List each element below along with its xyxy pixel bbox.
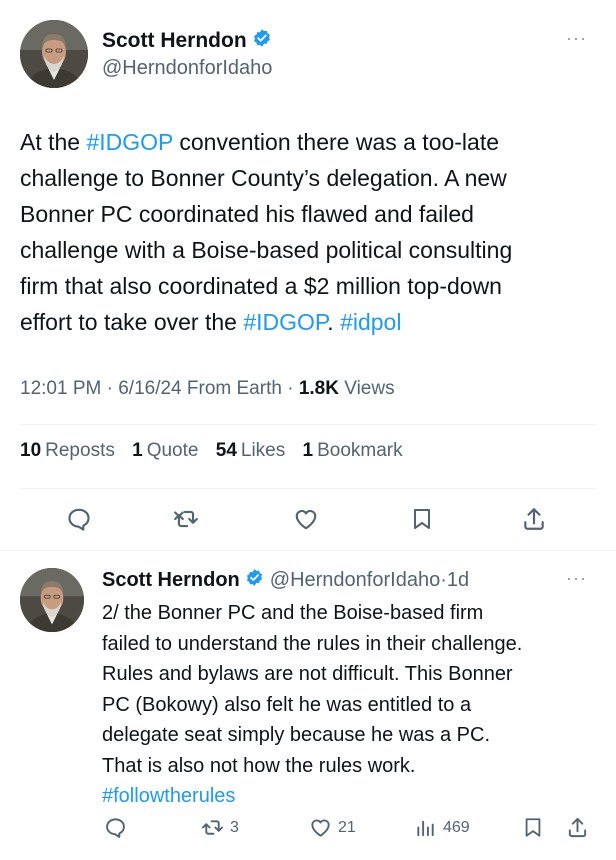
text-segment: Rules and bylaws are not difficult. This… [102,663,513,685]
more-dots-icon[interactable]: ··· [566,568,587,589]
verified-badge-icon [252,28,272,54]
author-row: Scott Herndon [102,28,272,54]
text-segment: That is also not how the rules work. [102,754,416,777]
text-segment: 2/ the Bonner PC and the Boise-based fir… [102,602,484,624]
views-count: 1.8K [298,378,339,399]
hashtag-link[interactable]: #IDGOP [243,309,327,335]
reply-icon [106,818,125,838]
bookmark-icon [414,509,430,529]
bookmark-button[interactable] [522,816,544,839]
text-segment: delegate seat simply because he was a PC… [102,724,490,746]
text-line: That is also not how the rules work. [102,751,602,782]
tweet-date[interactable]: 6/16/24 [118,378,181,399]
hashtag-link[interactable]: #IDGOP [86,129,173,155]
views-count: 469 [443,818,470,836]
text-line: firm that also coordinated a $2 million … [20,268,600,304]
likes-stat[interactable]: 54 Likes [216,440,286,461]
repost-button[interactable] [172,506,200,532]
tweet-source: From Earth [186,378,282,399]
text-segment: . [327,309,341,335]
heart-icon [295,509,317,530]
reply-author-name[interactable]: Scott Herndon [102,569,240,592]
text-segment: Bonner PC coordinated his flawed and fai… [20,201,474,227]
text-line: #followtherules [102,781,602,812]
reply-text: 2/ the Bonner PC and the Boise-based fir… [102,598,602,812]
share-icon [524,508,544,530]
avatar[interactable] [20,20,88,88]
reply-button[interactable] [66,506,92,532]
quotes-stat[interactable]: 1 Quote [132,440,198,461]
share-icon [568,817,587,838]
text-segment: PC (Bokowy) also felt he was entitled to… [102,693,472,716]
tweet-time[interactable]: 12:01 PM [20,378,101,399]
hashtag-link[interactable]: #followtherules [102,785,235,807]
text-line: Rules and bylaws are not difficult. This… [102,659,602,690]
like-button[interactable]: 21 [308,816,356,839]
reposts-stat[interactable]: 10 Reposts [20,440,115,461]
divider [0,550,616,551]
text-segment: effort to take over the [20,309,244,335]
text-segment: failed to understand the rules in their … [102,632,523,655]
share-button[interactable] [566,816,589,839]
text-line: challenge with a Boise-based political c… [20,232,600,268]
like-button[interactable] [292,506,320,532]
author-name[interactable]: Scott Herndon [102,29,247,53]
text-line: Bonner PC coordinated his flawed and fai… [20,196,600,232]
text-line: failed to understand the rules in their … [102,629,602,660]
repost-icon [201,820,224,835]
text-line: PC (Bokowy) also felt he was entitled to… [102,690,602,721]
text-segment: At the [20,129,87,155]
tweet-meta: 12:01 PM · 6/16/24 From Earth · 1.8K Vie… [20,378,395,399]
like-count: 21 [338,818,356,836]
reply-time-ago[interactable]: 1d [447,569,469,592]
engagement-stats: 10 Reposts 1 Quote 54 Likes 1 Bookmark [20,440,415,462]
bookmark-button[interactable] [410,506,434,532]
text-line: delegate seat simply because he was a PC… [102,720,602,751]
more-dots-icon[interactable]: ··· [566,28,587,49]
share-button[interactable] [521,506,547,532]
hashtag-link[interactable]: #idpol [340,309,401,335]
divider [20,424,596,425]
reply-author-handle[interactable]: @HerndonforIdaho [270,569,440,592]
text-segment: firm that also coordinated a $2 million … [20,273,502,299]
repost-icon [174,510,198,528]
analytics-icon [417,820,434,837]
text-segment: convention there was a too-late [172,129,500,155]
verified-badge-icon [245,568,264,593]
reply-button[interactable] [104,816,127,839]
repost-count: 3 [230,818,239,836]
text-line: challenge to Bonner County’s delegation.… [20,160,600,196]
text-line: 2/ the Bonner PC and the Boise-based fir… [102,598,602,629]
bookmark-icon [525,818,541,837]
repost-button[interactable]: 3 [200,816,239,839]
divider [20,488,596,489]
text-line: At the #IDGOP convention there was a too… [20,124,600,160]
reply-author-row: Scott Herndon @HerndonforIdaho · 1d [102,568,470,593]
reply-avatar[interactable] [20,568,84,632]
text-segment: challenge with a Boise-based political c… [20,237,513,263]
reply-icon [68,508,90,531]
heart-icon [311,819,330,837]
views-label: Views [344,378,395,399]
views-button[interactable]: 469 [414,816,470,839]
author-handle[interactable]: @HerndonforIdaho [102,57,272,80]
text-segment: challenge to Bonner County’s delegation.… [20,165,507,191]
text-line: effort to take over the #IDGOP. #idpol [20,304,600,340]
bookmarks-stat[interactable]: 1 Bookmark [303,440,403,461]
tweet-text: At the #IDGOP convention there was a too… [20,124,600,340]
